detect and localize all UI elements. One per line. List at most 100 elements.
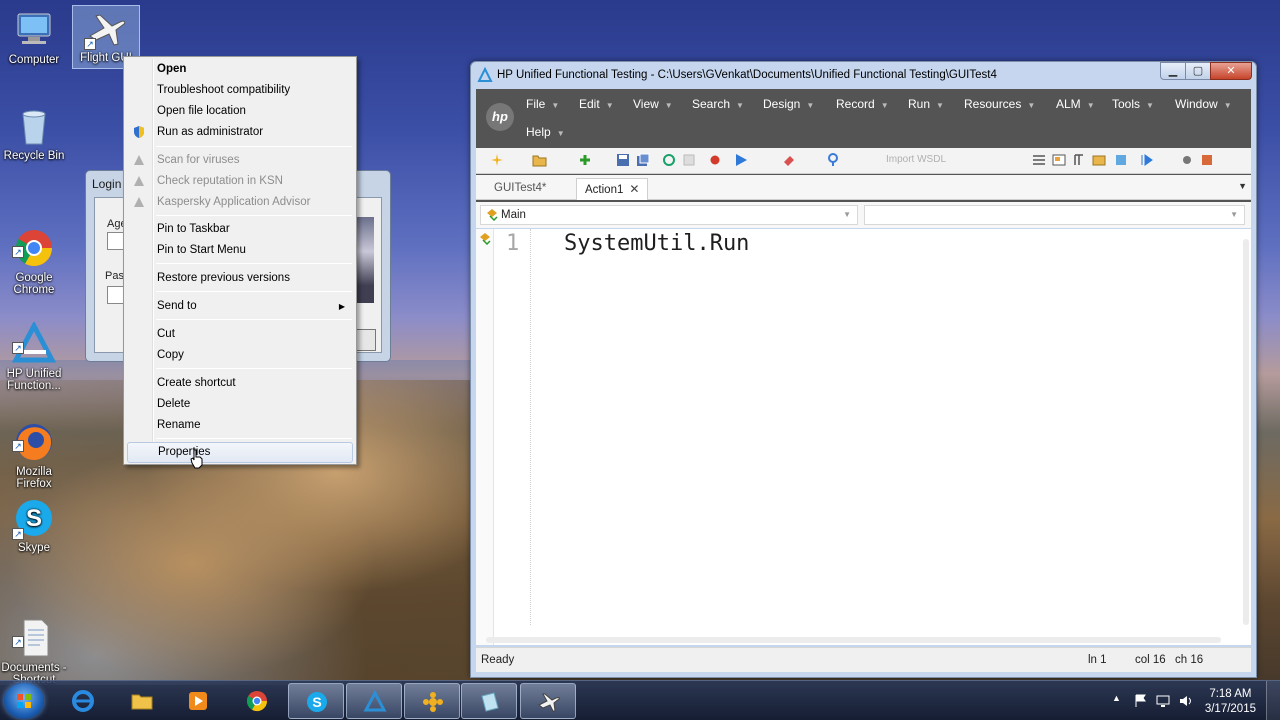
menu-item-scan-for-viruses[interactable]: Scan for viruses: [127, 150, 353, 171]
menu-alm[interactable]: ALM ▼: [1056, 97, 1095, 111]
maximize-button[interactable]: ▢: [1185, 62, 1211, 80]
menu-item-delete[interactable]: Delete: [127, 394, 353, 415]
step-icon[interactable]: [1140, 153, 1154, 167]
desktop-icon-uft[interactable]: ↗ HP Unified Function...: [0, 298, 68, 392]
desktop-icon-recycle-bin[interactable]: Recycle Bin: [0, 104, 68, 164]
menu-run[interactable]: Run ▼: [908, 97, 944, 111]
menu-item-rename[interactable]: Rename: [127, 415, 353, 436]
tab-list-dropdown-icon[interactable]: ▼: [1238, 181, 1247, 191]
list-icon[interactable]: [1032, 153, 1046, 167]
uft-window[interactable]: HP Unified Functional Testing - C:\Users…: [470, 61, 1257, 678]
add-icon[interactable]: [578, 153, 592, 167]
action-center-icon[interactable]: [1133, 693, 1149, 720]
run-icon[interactable]: [734, 153, 748, 167]
settings-icon[interactable]: [1180, 153, 1194, 167]
save-icon[interactable]: [616, 153, 630, 167]
menu-resources[interactable]: Resources ▼: [964, 97, 1035, 111]
action-marker-icon: [478, 231, 492, 246]
code-editor[interactable]: 1 SystemUtil.Run: [476, 229, 1251, 645]
vertical-scrollbar[interactable]: [1243, 239, 1249, 625]
menu-item-open-file-location[interactable]: Open file location: [127, 101, 353, 122]
menu-edit[interactable]: Edit ▼: [579, 97, 614, 111]
import-wsdl-button[interactable]: Import WSDL: [886, 154, 946, 165]
object-repository-icon[interactable]: [1052, 153, 1066, 167]
menu-item-pin-to-start-menu[interactable]: Pin to Start Menu: [127, 240, 353, 261]
taskbar-media-player[interactable]: [170, 683, 226, 719]
menu-separator: [156, 438, 352, 439]
start-button[interactable]: [4, 683, 44, 719]
taskbar-flight-gui[interactable]: [520, 683, 576, 719]
menu-item-check-reputation[interactable]: Check reputation in KSN: [127, 171, 353, 192]
system-clock[interactable]: 7:18 AM 3/17/2015: [1205, 687, 1256, 717]
menu-record[interactable]: Record ▼: [836, 97, 889, 111]
menu-item-run-as-administrator[interactable]: Run as administrator: [127, 122, 353, 143]
export-icon[interactable]: [1200, 153, 1214, 167]
login-window-title: Login: [92, 177, 122, 191]
menu-tools[interactable]: Tools ▼: [1112, 97, 1154, 111]
chevron-down-icon: ▼: [1086, 101, 1095, 110]
desktop-icon-chrome[interactable]: ↗ Google Chrome: [0, 202, 68, 296]
menu-file[interactable]: File ▼: [526, 97, 559, 111]
menu-item-properties[interactable]: Properties: [127, 442, 353, 463]
close-button[interactable]: ✕: [1210, 62, 1252, 80]
menu-item-create-shortcut[interactable]: Create shortcut: [127, 373, 353, 394]
show-desktop-button[interactable]: [1266, 681, 1280, 720]
menu-item-kaspersky-advisor[interactable]: Kaspersky Application Advisor: [127, 192, 353, 213]
tray-overflow-icon[interactable]: ▲: [1112, 693, 1121, 720]
desktop-icon-label: HP Unified Function...: [6, 368, 62, 392]
record-icon[interactable]: [708, 153, 722, 167]
horizontal-scrollbar[interactable]: [486, 637, 1221, 643]
status-bar: Ready ln 1 col 16 ch 16: [476, 647, 1251, 672]
menu-window[interactable]: Window ▼: [1175, 97, 1232, 111]
checkpoint-icon[interactable]: [1072, 153, 1086, 167]
menu-search[interactable]: Search ▼: [692, 97, 744, 111]
desktop-icon-documents[interactable]: ↗ Documents - Shortcut: [0, 592, 68, 686]
shortcut-arrow-icon: ↗: [84, 38, 96, 50]
menu-help[interactable]: Help ▼: [526, 125, 565, 139]
menu-item-send-to[interactable]: Send to ▶: [127, 296, 353, 317]
menu-design[interactable]: Design ▼: [763, 97, 814, 111]
menu-item-restore-previous-versions[interactable]: Restore previous versions: [127, 268, 353, 289]
desktop-icon-computer[interactable]: Computer: [0, 8, 68, 68]
desktop-icon-skype[interactable]: S ↗ Skype: [0, 496, 68, 556]
menu-view[interactable]: View ▼: [633, 97, 673, 111]
taskbar-notes[interactable]: [461, 683, 517, 719]
tab-action1[interactable]: Action1 ✕: [576, 178, 649, 200]
menu-item-troubleshoot-compatibility[interactable]: Troubleshoot compatibility: [127, 80, 353, 101]
taskbar-skype[interactable]: S: [288, 683, 344, 719]
shortcut-arrow-icon: ↗: [12, 528, 24, 540]
close-tab-icon[interactable]: ✕: [629, 182, 639, 196]
save-all-icon[interactable]: [636, 153, 650, 167]
menu-item-cut[interactable]: Cut: [127, 324, 353, 345]
spy-icon[interactable]: [826, 153, 840, 167]
uft-titlebar[interactable]: HP Unified Functional Testing - C:\Users…: [471, 62, 1256, 87]
menu-item-open[interactable]: Open: [127, 59, 353, 80]
status-text: Ready: [481, 654, 515, 666]
network-icon[interactable]: [1156, 693, 1172, 720]
book-icon[interactable]: [1114, 153, 1128, 167]
minimize-button[interactable]: ▁: [1160, 62, 1186, 80]
taskbar-uft[interactable]: [346, 683, 402, 719]
taskbar-file-explorer[interactable]: [114, 683, 170, 719]
login-ok-button[interactable]: [354, 329, 376, 351]
open-folder-icon[interactable]: [532, 153, 547, 167]
skype-icon: S: [307, 692, 327, 712]
taskbar-internet-explorer[interactable]: [55, 683, 111, 719]
taskbar-app[interactable]: [404, 683, 460, 719]
volume-icon[interactable]: [1178, 693, 1194, 720]
file-explorer-icon: [131, 694, 153, 710]
tab-guitest4[interactable]: GUITest4*: [486, 178, 554, 200]
menu-item-pin-to-taskbar[interactable]: Pin to Taskbar: [127, 219, 353, 240]
function-selector[interactable]: ▼: [864, 205, 1245, 225]
refresh-icon[interactable]: [662, 153, 676, 167]
app-icon: [423, 692, 443, 712]
taskbar-chrome[interactable]: [229, 683, 285, 719]
code-line[interactable]: SystemUtil.Run: [564, 231, 749, 256]
menu-item-copy[interactable]: Copy: [127, 345, 353, 366]
desktop-icon-firefox[interactable]: ↗ Mozilla Firefox: [0, 396, 68, 490]
new-icon[interactable]: [490, 153, 504, 167]
action-selector[interactable]: Main ▼: [480, 205, 858, 225]
stop-icon[interactable]: [682, 153, 696, 167]
eraser-icon[interactable]: [782, 153, 796, 167]
function-library-icon[interactable]: [1092, 153, 1106, 167]
